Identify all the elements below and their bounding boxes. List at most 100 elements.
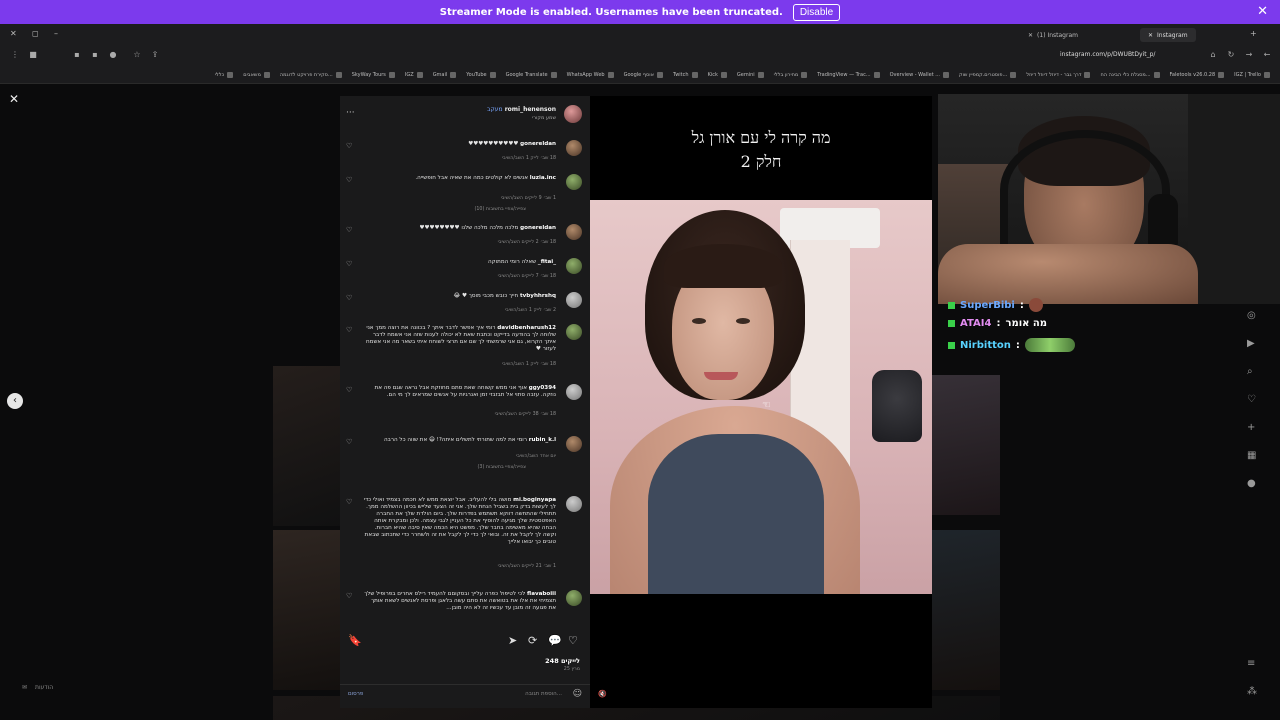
bookmark-item[interactable]: דרך גבר - דיוזל דיוזל דיוזל <box>1026 71 1091 78</box>
comment-username[interactable]: mi.boginyapa <box>513 497 556 503</box>
bookmark-item[interactable]: SkyWay Tours <box>352 71 395 78</box>
window-close-icon[interactable]: ✕ <box>10 29 17 38</box>
comment-meta[interactable]: 18 שב׳ 2 לייקים השב/השיבי <box>498 240 556 245</box>
mute-icon[interactable]: 🔇 <box>598 690 607 698</box>
bookmark-item[interactable]: משאבים <box>243 71 270 78</box>
close-post-icon[interactable]: ✕ <box>9 92 19 106</box>
bookmark-item[interactable]: Google Translate <box>506 71 557 78</box>
comment-like-heart-icon[interactable]: ♡ <box>346 142 352 150</box>
star-icon[interactable]: ☆ <box>132 50 142 60</box>
messages-bar[interactable]: ✉ הודעות <box>22 684 53 691</box>
bookmark-item[interactable]: פוסטרים.קמפיין שוק... <box>959 71 1017 78</box>
audio-label[interactable]: שמע מקורי <box>532 115 556 121</box>
bookmark-item[interactable]: מסגלת כלי הבינה הח... <box>1100 71 1160 78</box>
bookmark-item[interactable]: WhatsApp Web <box>567 71 614 78</box>
comment-like-heart-icon[interactable]: ♡ <box>346 294 352 302</box>
avatar[interactable] <box>566 224 582 240</box>
comment-like-heart-icon[interactable]: ♡ <box>346 260 352 268</box>
bookmark-item[interactable]: IGZ <box>405 71 423 78</box>
home-icon[interactable]: ⌂ <box>1208 50 1218 60</box>
comment-username[interactable]: rubin_k.l <box>529 437 556 443</box>
comment-meta[interactable]: יום אחד השב/השיבי <box>516 454 556 459</box>
follow-button[interactable]: מעקב <box>487 106 503 113</box>
comment-input[interactable]: הוספת תגובה... <box>525 691 562 697</box>
create-icon[interactable]: + <box>1247 422 1255 433</box>
likes-count[interactable]: 248 לייקים <box>545 657 580 665</box>
share-icon[interactable]: ➤ <box>508 634 517 647</box>
extension-icon[interactable]: ▪ <box>90 50 100 60</box>
comment-username[interactable]: ggy0394 <box>529 385 556 391</box>
disable-streamer-mode-button[interactable]: Disable <box>792 3 841 21</box>
tab-close-icon[interactable]: ✕ <box>1148 32 1153 39</box>
tab-instagram-2[interactable]: ✕ Instagram <box>1140 28 1196 42</box>
bookmark-item[interactable]: Faletools v26.0.28 <box>1170 71 1225 78</box>
reel-video[interactable]: מה קרה לי עם אורן גל חלק 2 🔇 <box>590 96 932 708</box>
tab-close-icon[interactable]: ✕ <box>1028 32 1033 39</box>
author-username[interactable]: romi_henenson <box>505 106 556 113</box>
reels-icon[interactable]: ▶ <box>1247 338 1255 349</box>
chat-username[interactable]: SuperBibi <box>960 300 1015 311</box>
emoji-icon[interactable]: ☺ <box>573 689 582 699</box>
bookmark-item[interactable]: כללי <box>215 71 234 78</box>
comment-like-heart-icon[interactable]: ♡ <box>346 226 352 234</box>
window-minimize-icon[interactable]: – <box>54 29 58 38</box>
address-bar[interactable]: instagram.com/p/DWUBtDyit_p/ <box>1060 51 1155 58</box>
avatar[interactable] <box>566 436 582 452</box>
view-replies-link[interactable]: צפייה/צפיי בתשובות (3) <box>478 465 526 470</box>
repost-icon[interactable]: ⟳ <box>528 634 537 647</box>
comment-username[interactable]: gonereldan <box>520 225 556 231</box>
extension-icon[interactable]: ● <box>108 50 118 60</box>
extension-icon[interactable]: ▪ <box>72 50 82 60</box>
comment-meta[interactable]: 2 שב׳ לייק 1 השב/השיבי <box>505 308 556 313</box>
window-restore-icon[interactable]: ◻ <box>32 29 39 38</box>
chat-username[interactable]: Nirbitton <box>960 340 1011 351</box>
like-heart-icon[interactable]: ♡ <box>568 634 578 647</box>
comment-username[interactable]: tvbyhhrshq <box>520 293 556 299</box>
post-author[interactable]: מעקב romi_henenson <box>483 106 556 113</box>
more-options-icon[interactable]: ··· <box>346 108 355 118</box>
comment-like-heart-icon[interactable]: ♡ <box>346 326 352 334</box>
search-icon[interactable]: ⌕ <box>1247 366 1253 377</box>
comment-username[interactable]: gonereldan <box>520 141 556 147</box>
avatar[interactable] <box>566 140 582 156</box>
avatar[interactable] <box>566 496 582 512</box>
bookmark-item[interactable]: TradingView — Trac... <box>817 71 880 78</box>
avatar[interactable] <box>566 258 582 274</box>
avatar[interactable] <box>564 105 582 123</box>
apps-icon[interactable]: ⁂ <box>1247 686 1257 697</box>
avatar[interactable] <box>566 590 582 606</box>
bookmark-item[interactable]: מחירון בללי <box>774 71 808 78</box>
extension-icon[interactable]: ■ <box>28 50 38 60</box>
avatar[interactable] <box>566 324 582 340</box>
back-icon[interactable]: ← <box>1262 50 1272 60</box>
avatar[interactable] <box>566 292 582 308</box>
post-comment-button[interactable]: פרסום <box>348 691 363 697</box>
avatar[interactable] <box>566 174 582 190</box>
bookmark-item[interactable]: Twitch <box>673 71 698 78</box>
comment-username[interactable]: flavaboiii <box>527 591 556 597</box>
forward-icon[interactable]: → <box>1244 50 1254 60</box>
comment-username[interactable]: davidbenharush12 <box>497 325 556 331</box>
tab-instagram-1[interactable]: ✕ (1) Instagram <box>1020 28 1086 42</box>
comment-like-heart-icon[interactable]: ♡ <box>346 386 352 394</box>
comment-username[interactable]: luzia.inc <box>530 175 556 181</box>
new-tab-icon[interactable]: + <box>1250 29 1257 38</box>
bookmark-item[interactable]: Gemini <box>737 71 764 78</box>
bookmark-item[interactable]: Gmail <box>433 71 457 78</box>
bookmark-item[interactable]: Overview - Wallet ... <box>890 71 950 78</box>
comment-like-heart-icon[interactable]: ♡ <box>346 498 352 506</box>
close-icon[interactable]: ✕ <box>1257 4 1268 19</box>
bookmark-item[interactable]: סקירת פרויקט לדוגמה... <box>280 71 342 78</box>
comment-like-heart-icon[interactable]: ♡ <box>346 592 352 600</box>
chat-username[interactable]: ATAI4 <box>960 318 991 329</box>
bookmark-item[interactable]: IGZ | Trello <box>1234 71 1270 78</box>
notifications-heart-icon[interactable]: ♡ <box>1247 394 1256 405</box>
bookmark-item[interactable]: YouTube <box>466 71 496 78</box>
comment-meta[interactable]: 18 שב׳ לייק 1 השב/השיבי <box>502 156 556 161</box>
menu-icon[interactable]: ⋮ <box>10 50 20 60</box>
bookmark-icon[interactable]: 🔖 <box>348 634 362 647</box>
comment-like-heart-icon[interactable]: ♡ <box>346 438 352 446</box>
comment-meta[interactable]: 18 שב׳ לייק 1 השב/השיבי <box>502 362 556 367</box>
comment-like-heart-icon[interactable]: ♡ <box>346 176 352 184</box>
menu-icon[interactable]: ≡ <box>1247 658 1255 669</box>
